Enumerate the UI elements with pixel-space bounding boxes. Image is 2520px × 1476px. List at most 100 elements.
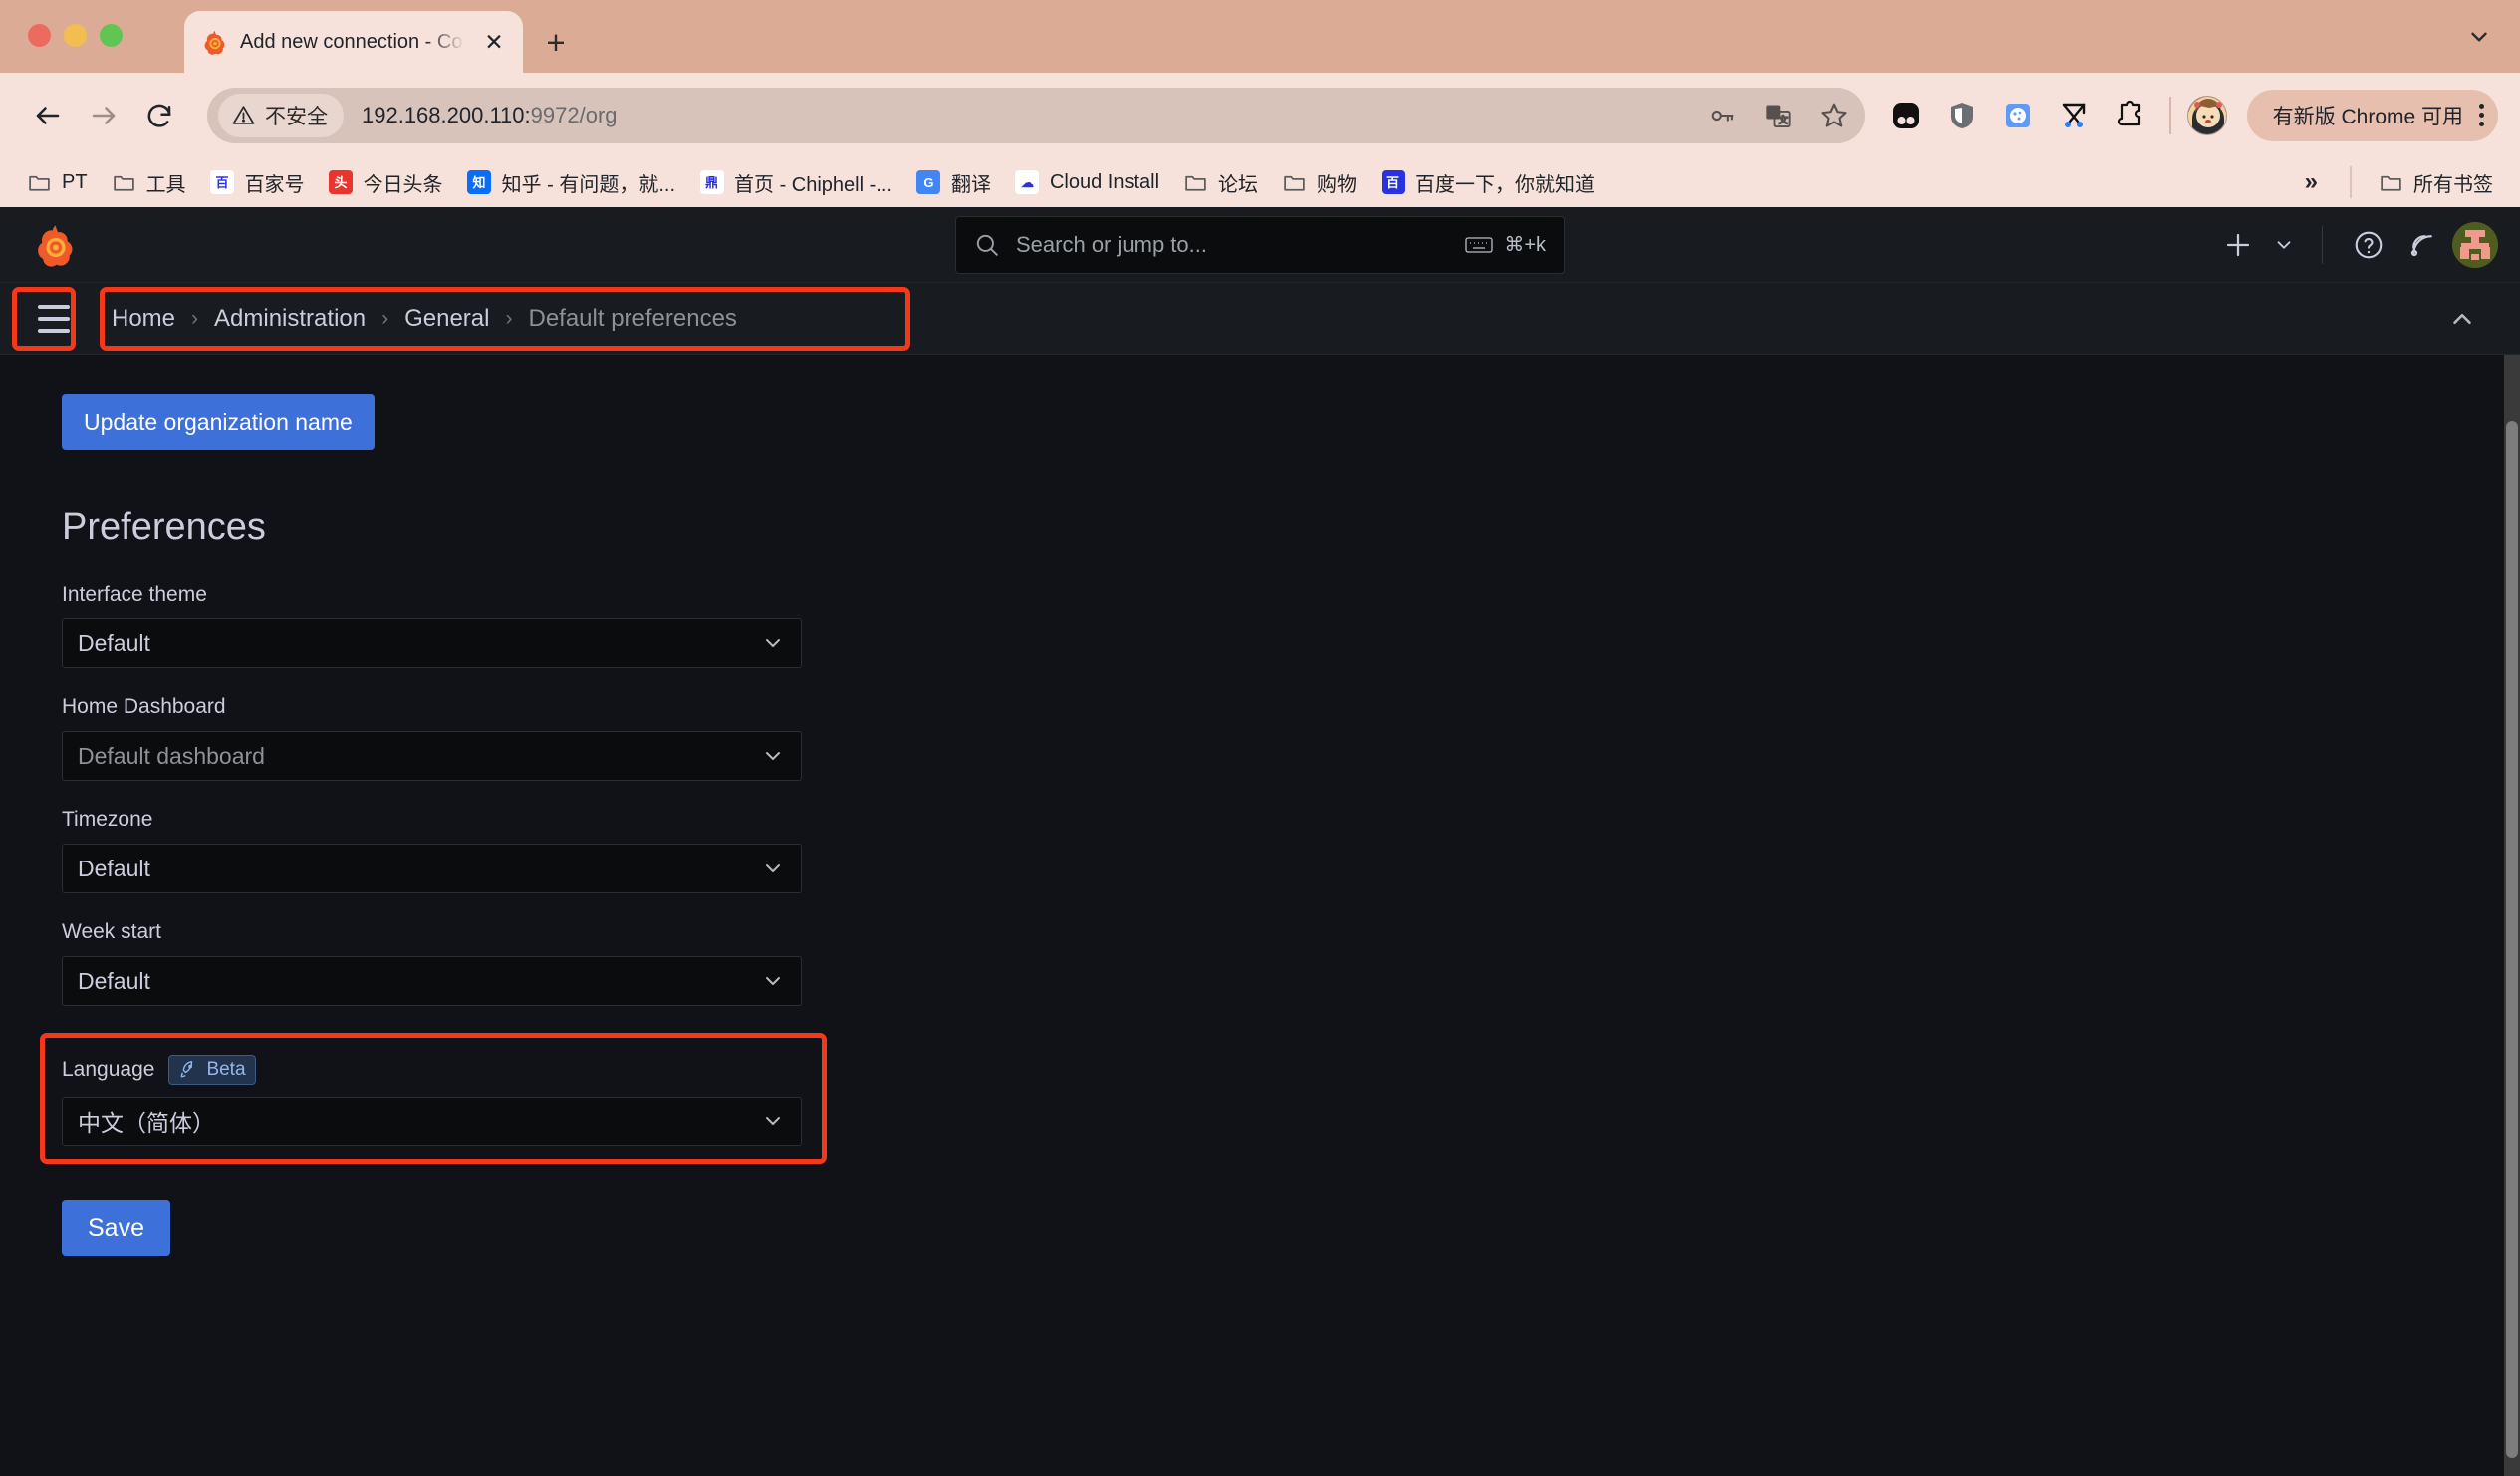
bookmark-label: 论坛 [1218,173,1259,196]
nav-divider [2322,225,2323,264]
preferences-form: Interface theme Default Home Dashboard Defa… [40,583,2520,1164]
omnibox-actions: G文 [1699,93,1857,138]
help-circle-icon[interactable] [2345,221,2393,269]
field-label: Home Dashboard [62,695,2520,719]
window-controls [28,24,123,47]
puzzle-extensions-icon[interactable] [2106,92,2153,139]
interface-theme-value: Default [78,629,150,656]
profile-avatar[interactable] [2186,95,2227,135]
grafana-top-nav: Search or jump to... ⌘+k [0,207,2520,283]
search-placeholder: Search or jump to... [1016,231,1207,257]
page-title: Preferences [62,506,266,548]
bookmark-item[interactable]: G 翻译 [905,162,1002,202]
bookmark-item[interactable]: 知知乎 - 有问题，就... [456,162,686,202]
scrollbar-thumb[interactable] [2506,421,2518,1458]
extension-icons [1883,92,2153,139]
forward-icon[interactable] [78,90,129,141]
shield-ext-icon[interactable] [1938,92,1986,139]
main-content: Update organization name Preferences Int… [0,355,2520,1476]
folder-icon [112,170,136,195]
chrome-menu-icon[interactable] [2479,104,2484,126]
baijiahao-icon: 百 [210,170,235,195]
chrome-update-label: 有新版 Chrome 可用 [2272,105,2463,128]
chevron-up-icon[interactable] [2438,295,2486,343]
bookmarks-bar: PT 工具百百家号头今日头条知知乎 - 有问题，就... 鼎首页 - Chiphel… [0,157,2520,207]
scissors-ext-icon[interactable] [2050,92,2098,139]
breadcrumb-item-home[interactable]: Home [110,301,177,337]
breadcrumb-item-general[interactable]: General [402,301,491,337]
field-label-text: Timezone [62,808,153,831]
chevron-down-icon[interactable] [761,631,785,655]
maximize-window-button[interactable] [100,24,123,47]
breadcrumb: Home › Administration › General › Default pref… [110,301,739,337]
close-icon[interactable]: ✕ [479,27,509,57]
new-tab-button[interactable]: + [533,19,579,65]
close-window-button[interactable] [28,24,51,47]
site-security-badge[interactable]: 不安全 [218,93,344,137]
security-label: 不安全 [265,105,328,128]
bookmarks-overflow-button[interactable]: » [2289,168,2334,196]
field-label-text: Language [62,1058,155,1081]
chevron-down-icon[interactable] [761,969,785,993]
tab-title: Add new connection - Conne [240,30,467,53]
week-start-select[interactable]: Default [62,956,802,1006]
home-dashboard-select[interactable]: Default dashboard [62,731,802,781]
bookmark-item[interactable]: 百百家号 [199,162,316,202]
chevron-down-icon[interactable] [761,1109,785,1133]
translate-icon[interactable]: G文 [1755,93,1801,138]
beta-badge: Beta [168,1055,256,1085]
grafana-logo[interactable] [34,223,78,267]
bitwarden-ext-icon[interactable] [1883,92,1930,139]
bookmark-star-icon[interactable] [1811,93,1857,138]
address-bar[interactable]: 不安全 192.168.200.110:9972/org G文 [207,87,1865,143]
chevron-down-icon[interactable] [761,744,785,768]
all-bookmarks-button[interactable]: 所有书签 [2368,162,2504,202]
bookmark-label: 百度一下，你就知道 [1415,173,1596,196]
reload-icon[interactable] [133,90,185,141]
bookmark-item[interactable]: 头今日头条 [318,162,454,202]
language-select[interactable]: 中文（简体） [62,1097,802,1146]
field-label-text: Interface theme [62,583,207,606]
breadcrumb-item-administration[interactable]: Administration [212,301,368,337]
search-input[interactable]: Search or jump to... ⌘+k [955,215,1565,274]
folder-icon [1183,170,1208,195]
scrollbar-track[interactable] [2504,355,2520,1476]
bookmark-item[interactable]: 购物 [1271,162,1368,202]
field-timezone: Timezone Default [62,808,2520,893]
breadcrumb-separator: › [381,306,389,330]
url-port: 9972 [530,102,580,127]
password-key-icon[interactable] [1699,93,1745,138]
zhihu-icon: 知 [467,170,492,195]
baidu-icon: 百 [1381,170,1405,195]
timezone-select[interactable]: Default [62,844,802,893]
user-avatar[interactable] [2452,221,2498,268]
bookmark-item[interactable]: 鼎首页 - Chiphell -... [688,162,903,202]
bookmark-item[interactable]: PT [16,162,99,202]
save-button[interactable]: Save [62,1200,170,1256]
interface-theme-select[interactable]: Default [62,618,802,668]
search-icon [976,234,998,256]
update-org-name-button[interactable]: Update organization name [62,394,375,450]
add-new-button[interactable] [2214,221,2262,269]
bookmark-item[interactable]: 工具 [101,162,197,202]
chevron-down-icon[interactable] [2268,221,2300,269]
bookmark-item[interactable]: ☁ Cloud Install [1004,162,1170,202]
chevron-down-icon[interactable] [761,857,785,880]
bookmarks-divider [2350,166,2352,198]
bookmark-item[interactable]: 论坛 [1172,162,1269,202]
chrome-update-button[interactable]: 有新版 Chrome 可用 [2246,89,2498,141]
rss-news-icon[interactable] [2398,221,2446,269]
minimize-window-button[interactable] [64,24,87,47]
back-icon[interactable] [22,90,74,141]
chevron-down-icon[interactable] [2456,14,2502,60]
week-start-value: Default [78,967,150,994]
field-interface-theme: Interface theme Default [62,583,2520,668]
bookmark-label: PT [62,170,88,193]
hamburger-menu-icon[interactable] [28,293,80,345]
browser-tab[interactable]: Add new connection - Conne ✕ [184,11,523,73]
tab-strip: Add new connection - Conne ✕ + [0,0,2520,73]
bookmark-item[interactable]: 百百度一下，你就知道 [1370,162,1606,202]
field-home-dashboard: Home Dashboard Default dashboard [62,695,2520,781]
field-label: Language Beta [62,1055,2520,1085]
cookie-ext-icon[interactable] [1994,92,2042,139]
